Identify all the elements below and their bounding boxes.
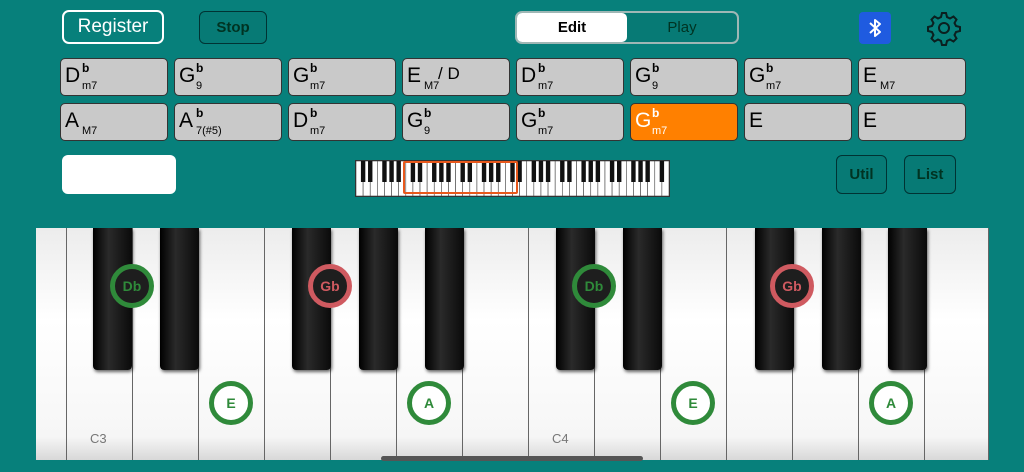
- chord-quality: M7: [424, 80, 440, 92]
- chord-accidental: b: [652, 61, 660, 75]
- chord-root: G: [521, 109, 538, 132]
- chord-accidental: b: [196, 61, 204, 75]
- settings-button[interactable]: [926, 10, 962, 46]
- chord-cell[interactable]: Db m7: [288, 103, 396, 141]
- bluetooth-icon: [869, 19, 881, 37]
- black-key[interactable]: [821, 228, 861, 370]
- chord-root: D: [293, 109, 309, 132]
- chord-cell[interactable]: Db m7: [516, 58, 624, 96]
- chord-cell[interactable]: Gb 9: [174, 58, 282, 96]
- bluetooth-button[interactable]: [859, 12, 891, 44]
- chord-quality: m7: [538, 80, 554, 92]
- chord-root: G: [293, 64, 310, 87]
- chord-quality: m7: [82, 80, 98, 92]
- chord-root: G: [179, 64, 196, 87]
- white-key[interactable]: [925, 228, 989, 460]
- chord-quality: M7: [880, 80, 896, 92]
- chord-cell[interactable]: Gb 9: [402, 103, 510, 141]
- black-key[interactable]: [358, 228, 398, 370]
- note-marker: Db: [572, 264, 616, 308]
- white-key[interactable]: [463, 228, 529, 460]
- chord-root: G: [635, 109, 652, 132]
- chord-accidental: b: [538, 61, 546, 75]
- chord-quality: M7: [82, 125, 98, 137]
- chord-accidental: b: [310, 106, 318, 120]
- chord-accidental: b: [424, 106, 432, 120]
- black-key[interactable]: [887, 228, 927, 370]
- chord-root: E: [863, 109, 878, 132]
- chord-name-display[interactable]: [62, 155, 176, 194]
- chord-bass-note: / D: [438, 64, 460, 83]
- chord-cell[interactable]: Gb 9: [630, 58, 738, 96]
- gear-icon: [927, 12, 961, 46]
- chord-root: A: [179, 109, 194, 132]
- tab-play[interactable]: Play: [627, 13, 737, 42]
- chord-quality: m7: [766, 80, 782, 92]
- chord-accidental: b: [82, 61, 90, 75]
- chord-cell[interactable]: Gb m7: [516, 103, 624, 141]
- black-key[interactable]: [159, 228, 199, 370]
- white-key[interactable]: [661, 228, 727, 460]
- chord-accidental: b: [310, 61, 318, 75]
- octave-label-c4: C4: [552, 431, 569, 446]
- note-marker: E: [209, 381, 253, 425]
- chord-root: G: [749, 64, 766, 87]
- visible-range-selector[interactable]: [403, 161, 518, 194]
- stop-button[interactable]: Stop: [199, 11, 267, 44]
- chord-cell[interactable]: Gb m7: [288, 58, 396, 96]
- list-button[interactable]: List: [904, 155, 956, 194]
- chord-cell[interactable]: E M7/ D: [402, 58, 510, 96]
- note-marker: A: [869, 381, 913, 425]
- chord-root: A: [65, 109, 80, 132]
- note-marker: Db: [110, 264, 154, 308]
- chord-quality: 9: [652, 80, 659, 92]
- chord-cell[interactable]: E M7: [858, 58, 966, 96]
- chord-quality: m7: [652, 125, 668, 137]
- util-button[interactable]: Util: [836, 155, 887, 194]
- chord-root: G: [407, 109, 424, 132]
- home-indicator: [381, 456, 643, 461]
- chord-quality: 9: [424, 125, 431, 137]
- chord-cell[interactable]: Gb m7: [630, 103, 738, 141]
- chord-cell[interactable]: Gb m7: [744, 58, 852, 96]
- register-button[interactable]: Register: [62, 10, 164, 44]
- chord-cell[interactable]: A M7: [60, 103, 168, 141]
- chord-quality: 9: [196, 80, 203, 92]
- chord-root: G: [635, 64, 652, 87]
- chord-root: E: [407, 64, 422, 87]
- mode-segmented-control: Edit Play: [515, 11, 739, 44]
- chord-quality: m7: [538, 125, 554, 137]
- octave-label-c3: C3: [90, 431, 107, 446]
- tab-edit[interactable]: Edit: [517, 13, 627, 42]
- chord-root: E: [863, 64, 878, 87]
- chord-accidental: b: [652, 106, 660, 120]
- note-marker: E: [671, 381, 715, 425]
- black-key[interactable]: [622, 228, 662, 370]
- chord-cell[interactable]: E: [744, 103, 852, 141]
- chord-quality: m7: [310, 80, 326, 92]
- chord-cell[interactable]: Ab 7(#5): [174, 103, 282, 141]
- chord-root: D: [521, 64, 537, 87]
- chord-cell[interactable]: Db m7: [60, 58, 168, 96]
- note-marker: Gb: [770, 264, 814, 308]
- chord-quality: m7: [310, 125, 326, 137]
- chord-accidental: b: [766, 61, 774, 75]
- chord-cell[interactable]: E: [858, 103, 966, 141]
- note-marker: A: [407, 381, 451, 425]
- chord-quality: 7(#5): [196, 125, 222, 137]
- white-key[interactable]: [199, 228, 265, 460]
- chord-accidental: b: [196, 106, 204, 120]
- chord-root: D: [65, 64, 81, 87]
- note-marker: Gb: [308, 264, 352, 308]
- black-key[interactable]: [424, 228, 464, 370]
- chord-root: E: [749, 109, 764, 132]
- chord-accidental: b: [538, 106, 546, 120]
- white-key[interactable]: [36, 228, 67, 460]
- piano-keyboard[interactable]: C3 C4 Db Gb E A Db Gb E A: [36, 228, 989, 460]
